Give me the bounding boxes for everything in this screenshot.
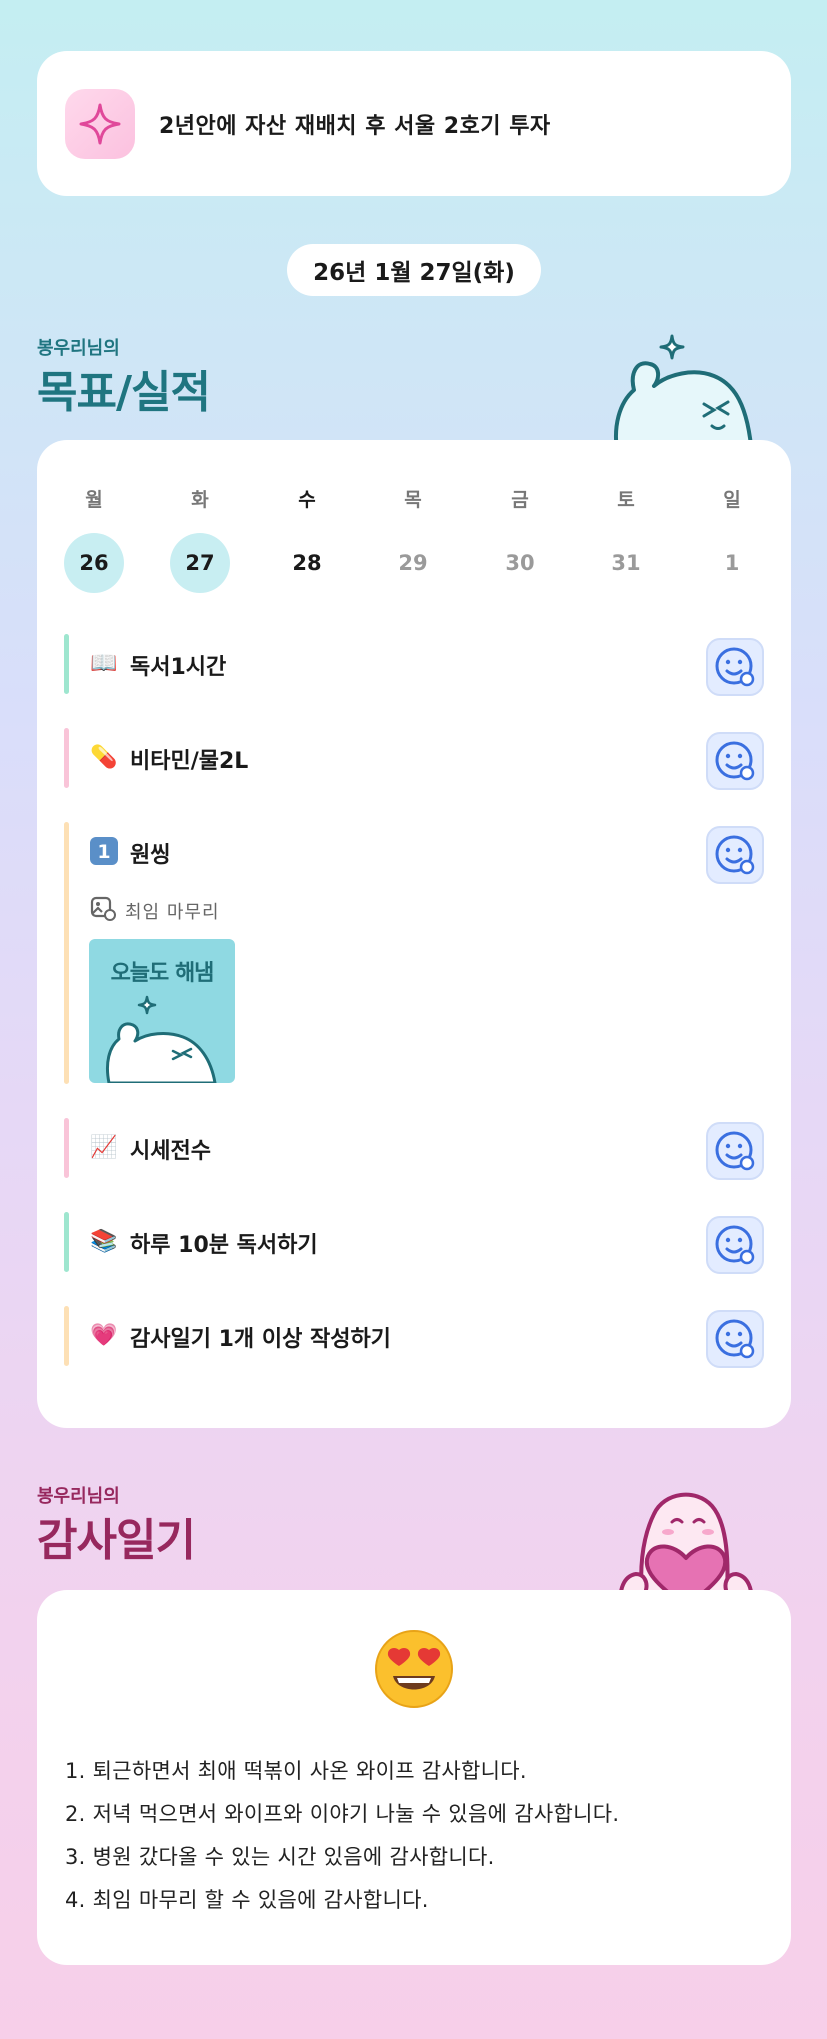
books-icon: 📚 bbox=[90, 1228, 118, 1254]
day-30[interactable]: 30 bbox=[490, 533, 550, 593]
thumbnail-caption: 오늘도 해냄 bbox=[110, 961, 215, 986]
task-color-bar bbox=[64, 1212, 69, 1272]
day-29[interactable]: 29 bbox=[383, 533, 443, 593]
task-color-bar bbox=[64, 822, 69, 1084]
svg-text:1: 1 bbox=[97, 841, 110, 863]
task-color-bar bbox=[64, 1306, 69, 1366]
day-31[interactable]: 31 bbox=[596, 533, 656, 593]
growing-heart-icon: 💗 bbox=[90, 1322, 118, 1348]
task-color-bar bbox=[64, 1118, 69, 1178]
task-item[interactable]: 💊 비타민/물2L bbox=[64, 728, 764, 790]
day-name-sat: 토 bbox=[617, 489, 635, 511]
task-item[interactable]: 📈 시세전수 bbox=[64, 1118, 764, 1180]
day-name-wed: 수 bbox=[298, 489, 316, 511]
gratitude-card: 1. 퇴근하면서 최애 떡볶이 사온 와이프 감사합니다. 2. 저녁 먹으면서… bbox=[37, 1590, 791, 1965]
keycap-one-icon: 1 bbox=[89, 836, 119, 866]
task-item[interactable]: 1 원씽 최임 마무리 오늘도 해냄 bbox=[64, 822, 764, 1084]
date-pill[interactable]: 26년 1월 27일(화) bbox=[287, 244, 541, 296]
day-name-fri: 금 bbox=[511, 489, 529, 511]
pill-icon: 💊 bbox=[90, 744, 118, 770]
task-item[interactable]: 📖 독서1시간 bbox=[64, 634, 764, 696]
check-smiley-button[interactable] bbox=[706, 1216, 764, 1274]
day-26[interactable]: 26 bbox=[64, 533, 124, 593]
task-label: 원씽 bbox=[130, 843, 171, 868]
task-label: 독서1시간 bbox=[130, 655, 227, 680]
gratitude-item: 1. 퇴근하면서 최애 떡볶이 사온 와이프 감사합니다. bbox=[65, 1759, 527, 1783]
task-color-bar bbox=[64, 728, 69, 788]
goal-card[interactable]: 2년안에 자산 재배치 후 서울 2호기 투자 bbox=[37, 51, 791, 196]
check-smiley-button[interactable] bbox=[706, 638, 764, 696]
image-edit-icon bbox=[89, 894, 117, 927]
check-smiley-button[interactable] bbox=[706, 1122, 764, 1180]
day-28[interactable]: 28 bbox=[277, 533, 337, 593]
task-note: 최임 마무리 bbox=[89, 894, 220, 927]
goal-text: 2년안에 자산 재배치 후 서울 2호기 투자 bbox=[159, 113, 551, 139]
gratitude-section-title: 감사일기 bbox=[37, 1515, 196, 1566]
book-icon: 📖 bbox=[90, 650, 118, 676]
task-note-text: 최임 마무리 bbox=[125, 901, 220, 923]
mascot-heart-illustration bbox=[608, 1478, 764, 1608]
goals-section-title: 목표/실적 bbox=[37, 367, 211, 418]
gratitude-item: 2. 저녁 먹으면서 와이프와 이야기 나눌 수 있음에 감사합니다. bbox=[65, 1802, 620, 1826]
chart-increasing-icon: 📈 bbox=[90, 1134, 118, 1160]
sparkle-icon bbox=[65, 88, 135, 159]
heart-eyes-face-icon bbox=[373, 1628, 455, 1714]
task-label: 감사일기 1개 이상 작성하기 bbox=[130, 1327, 391, 1352]
task-label: 비타민/물2L bbox=[130, 749, 249, 774]
day-27[interactable]: 27 bbox=[170, 533, 230, 593]
task-item[interactable]: 💗 감사일기 1개 이상 작성하기 bbox=[64, 1306, 764, 1368]
gratitude-item: 4. 최임 마무리 할 수 있음에 감사합니다. bbox=[65, 1888, 429, 1912]
day-1[interactable]: 1 bbox=[702, 533, 762, 593]
gratitude-item: 3. 병원 갔다올 수 있는 시간 있음에 감사합니다. bbox=[65, 1845, 495, 1869]
goals-card: 월 화 수 목 금 토 일 26 27 28 29 30 31 1 📖 독서1시… bbox=[37, 440, 791, 1428]
task-label: 시세전수 bbox=[130, 1139, 211, 1164]
task-color-bar bbox=[64, 634, 69, 694]
day-name-tue: 화 bbox=[191, 489, 209, 511]
check-smiley-button[interactable] bbox=[706, 1310, 764, 1368]
mascot-cheer-illustration bbox=[608, 330, 758, 458]
check-smiley-button[interactable] bbox=[706, 826, 764, 884]
day-name-mon: 월 bbox=[85, 489, 103, 511]
task-item[interactable]: 📚 하루 10분 독서하기 bbox=[64, 1212, 764, 1274]
day-name-thu: 목 bbox=[404, 489, 422, 511]
day-name-sun: 일 bbox=[723, 489, 741, 511]
task-photo-thumbnail[interactable]: 오늘도 해냄 bbox=[89, 939, 235, 1083]
task-label: 하루 10분 독서하기 bbox=[130, 1233, 318, 1258]
check-smiley-button[interactable] bbox=[706, 732, 764, 790]
gratitude-list: 1. 퇴근하면서 최애 떡볶이 사온 와이프 감사합니다. 2. 저녁 먹으면서… bbox=[65, 1750, 619, 1922]
